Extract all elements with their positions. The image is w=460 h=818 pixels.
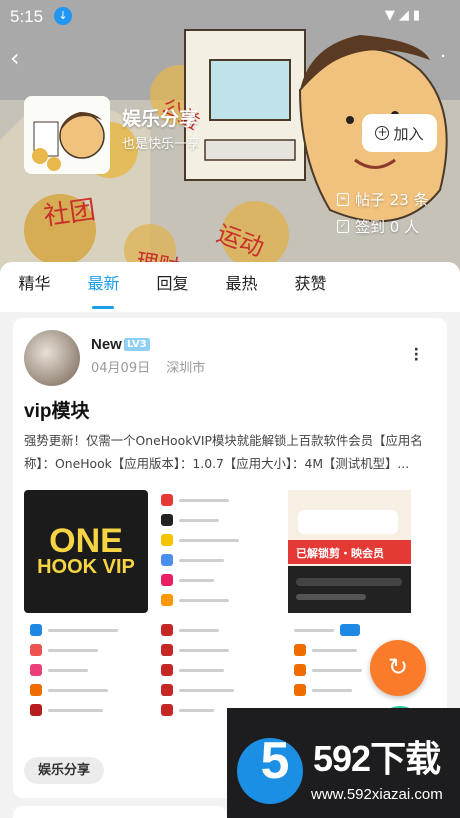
tab-latest[interactable]: 最新 xyxy=(69,262,138,312)
more-icon[interactable]: · xyxy=(440,46,446,67)
post-image-3[interactable]: 已解锁剪・映会员 xyxy=(288,490,411,613)
svg-text:已解锁剪・映会员: 已解锁剪・映会员 xyxy=(296,546,384,560)
status-bar: 5:15 ↓ ▼◢▮ xyxy=(0,0,460,34)
tab-featured[interactable]: 精华 xyxy=(0,262,69,312)
more-vertical-icon[interactable]: · · · xyxy=(414,343,419,367)
tab-replies[interactable]: 回复 xyxy=(138,262,207,312)
group-header: 社团 运动 理财 公益 5:15 ↓ ▼◢▮ ‹ · 娱乐分享 也是快乐一享 + xyxy=(0,0,460,272)
tab-liked[interactable]: 获赞 xyxy=(276,262,345,312)
post-date: 04月09日 xyxy=(91,361,151,376)
back-arrow-icon[interactable]: ‹ xyxy=(10,46,34,70)
plus-circle-icon: + xyxy=(375,125,390,140)
post-topic-tag[interactable]: 娱乐分享 xyxy=(24,757,105,784)
group-subtitle: 也是快乐一享 xyxy=(122,137,201,152)
posts-count-label: 帖子 23 条 xyxy=(355,191,429,209)
group-avatar xyxy=(24,96,110,174)
feed-tabs: 精华 最新 回复 最热 获赞 xyxy=(0,262,460,312)
post-meta: 04月09日 深圳市 xyxy=(91,357,205,376)
avatar[interactable] xyxy=(24,330,80,386)
post-author[interactable]: New xyxy=(91,336,122,353)
post-image-grid: ONE HOOK VIP 已解锁剪・映会员 xyxy=(24,490,411,742)
watermark-title: 592下载 xyxy=(313,738,441,779)
checkins-count-label: 签到 0 人 xyxy=(355,218,420,236)
refresh-button[interactable]: ↻ xyxy=(370,640,426,696)
checkin-icon: ✓ xyxy=(337,220,349,233)
watermark-url: www.592xiazai.com xyxy=(311,786,443,803)
post-title[interactable]: vip模块 xyxy=(24,396,89,423)
watermark-logo: 5 592下载 www.592xiazai.com xyxy=(227,708,460,818)
download-icon: ↓ xyxy=(54,7,72,25)
app-screen: 社团 运动 理财 公益 5:15 ↓ ▼◢▮ ‹ · 娱乐分享 也是快乐一享 + xyxy=(0,0,460,818)
status-time: 5:15 xyxy=(10,7,44,26)
tab-hottest[interactable]: 最热 xyxy=(207,262,276,312)
level-badge: LV3 xyxy=(124,338,150,351)
group-name: 娱乐分享 xyxy=(122,109,199,130)
join-button[interactable]: + 加入 xyxy=(362,114,437,152)
post-body[interactable]: 强势更新！仅需一个OneHookVIP模块就能解锁上百款软件会员【应用名称】：O… xyxy=(24,429,434,475)
watermark-digit: 5 xyxy=(260,732,290,790)
next-post-card[interactable] xyxy=(13,806,227,818)
post-image-2[interactable] xyxy=(155,490,283,613)
post-icon: ≡ xyxy=(337,193,349,206)
post-location: 深圳市 xyxy=(166,361,206,376)
system-status-icons: ▼◢▮ xyxy=(384,8,424,23)
post-image-1[interactable]: ONE HOOK VIP xyxy=(24,490,148,613)
checkins-count: ✓ 签到 0 人 xyxy=(337,216,419,237)
join-button-label: 加入 xyxy=(393,124,424,143)
posts-count: ≡ 帖子 23 条 xyxy=(337,189,429,210)
post-image-4[interactable] xyxy=(24,620,148,742)
